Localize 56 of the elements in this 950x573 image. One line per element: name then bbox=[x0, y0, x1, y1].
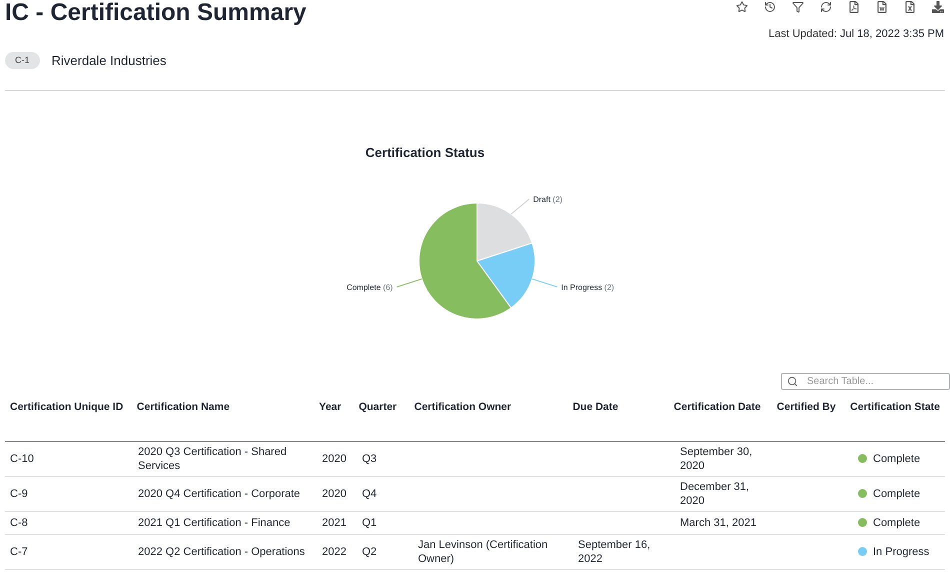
table-cell: C-8 bbox=[10, 516, 28, 528]
slice-label: Complete (6) bbox=[346, 282, 393, 292]
column-header[interactable]: Year bbox=[319, 400, 342, 412]
table-cell: Q2 bbox=[362, 546, 377, 558]
word-file-icon[interactable] bbox=[876, 1, 888, 13]
excel-file-icon[interactable] bbox=[904, 1, 916, 13]
table-cell: C-10 bbox=[10, 452, 34, 464]
entity-name: Riverdale Industries bbox=[52, 52, 166, 70]
table-cell: Q4 bbox=[362, 488, 377, 500]
table-cell: December 31, 2020 bbox=[680, 480, 750, 506]
table-cell: 2021 bbox=[322, 516, 346, 528]
filter-icon[interactable] bbox=[792, 1, 804, 13]
table-cell: Complete bbox=[873, 452, 920, 466]
last-updated-label: Last Updated: bbox=[768, 28, 837, 40]
column-header[interactable]: Certification Date bbox=[674, 400, 761, 412]
table-cell: Complete bbox=[873, 486, 920, 500]
search-icon bbox=[787, 376, 798, 386]
table-cell: 2022 bbox=[322, 546, 346, 558]
table-cell: C-9 bbox=[10, 488, 28, 500]
leader-line bbox=[510, 198, 530, 214]
table-cell: In Progress bbox=[873, 544, 930, 558]
table-cell: 2020 Q4 Certification - Corporate bbox=[138, 488, 300, 500]
table-cell: September 30, 2020 bbox=[680, 446, 752, 472]
table-cell: March 31, 2021 bbox=[680, 516, 756, 528]
table-cell: 2021 Q1 Certification - Finance bbox=[138, 516, 290, 528]
column-header[interactable]: Certification Owner bbox=[414, 400, 512, 412]
leader-line bbox=[532, 278, 558, 287]
column-header[interactable]: Certified By bbox=[776, 400, 836, 412]
table-cell: Jan Levinson (Certification Owner) bbox=[418, 538, 548, 564]
column-header[interactable]: Certification Name bbox=[136, 400, 230, 412]
id-tag: C-1 bbox=[5, 52, 40, 69]
table-cell: September 16, 2022 bbox=[578, 538, 650, 564]
column-header[interactable]: Quarter bbox=[358, 400, 397, 412]
slice-label: Draft (2) bbox=[533, 194, 562, 204]
pdf-file-icon[interactable] bbox=[848, 1, 860, 13]
column-header[interactable]: Certification Unique ID bbox=[10, 400, 124, 412]
search-field[interactable]: Search Table... bbox=[781, 372, 950, 390]
leader-line bbox=[396, 278, 422, 287]
table-cell: Complete bbox=[873, 516, 920, 530]
last-updated-value: Jul 18, 2022 3:35 PM bbox=[840, 28, 944, 40]
slice-label: In Progress (2) bbox=[561, 282, 614, 292]
column-header[interactable]: Certification State bbox=[850, 400, 940, 412]
table-cell: 2020 bbox=[322, 488, 346, 500]
download-icon[interactable] bbox=[932, 1, 944, 13]
table-cell: 2020 bbox=[322, 452, 346, 464]
column-header[interactable]: Due Date bbox=[572, 400, 618, 412]
table-cell: 2022 Q2 Certification - Operations bbox=[138, 546, 305, 558]
star-icon[interactable] bbox=[736, 1, 748, 13]
table-cell: C-7 bbox=[10, 546, 28, 558]
table-cell: 2020 Q3 Certification - Shared Services bbox=[138, 446, 287, 472]
history-icon[interactable] bbox=[764, 1, 776, 13]
page-title: IC - Certification Summary bbox=[5, 0, 306, 28]
table-cell: Q1 bbox=[362, 516, 377, 528]
chart-title: Certification Status bbox=[365, 144, 485, 162]
table-cell: Q3 bbox=[362, 452, 377, 464]
refresh-icon[interactable] bbox=[820, 1, 832, 13]
